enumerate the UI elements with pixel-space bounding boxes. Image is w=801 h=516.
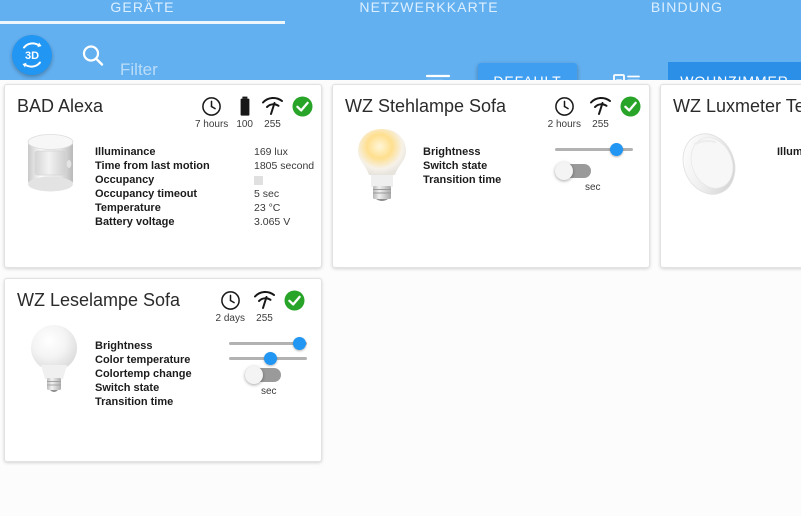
clock-icon xyxy=(201,95,222,117)
light-bulb-off-icon xyxy=(23,321,89,395)
attribute-label: Switch state xyxy=(423,160,488,172)
attribute-label: Brightness xyxy=(423,146,481,158)
brightness-slider[interactable] xyxy=(555,143,633,157)
attribute-label: Colortemp change xyxy=(95,368,192,380)
attribute-label: Transition time xyxy=(423,174,502,186)
check-circle-icon xyxy=(292,95,313,117)
toolbar: 3D DEFAULT WOHNZIMMER xyxy=(0,28,801,100)
device-card[interactable]: WZ Stehlampe Sofa 2 hours 255 Brightness… xyxy=(332,84,650,268)
signal-icon xyxy=(589,95,612,117)
status-label: 2 days xyxy=(215,313,245,324)
attribute-label: Color temperature xyxy=(95,354,191,366)
card-title: WZ Leselampe Sofa xyxy=(17,290,181,310)
check-circle-icon xyxy=(620,95,641,117)
toggle-knob[interactable] xyxy=(245,366,263,384)
filter-input[interactable] xyxy=(120,58,410,82)
transition-time-unit: sec xyxy=(585,182,601,193)
attribute-labels: Brightness Switch state Transition time xyxy=(423,145,501,187)
status-item: 255 xyxy=(589,95,612,130)
attribute-label: Transition time xyxy=(95,396,174,408)
device-card[interactable]: BAD Alexa 7 hours 100 255 Illuminance Ti… xyxy=(4,84,322,268)
tab-geraete[interactable]: GERÄTE xyxy=(0,0,285,20)
status-item: 100 xyxy=(236,95,253,130)
attribute-labels: Illuminance Time from last motion Occupa… xyxy=(95,145,210,229)
clock-icon xyxy=(554,95,575,117)
attribute-values: 169 lux 1805 second 5 sec 23 °C 3.065 V xyxy=(254,145,314,229)
attribute-label: Occupancy xyxy=(95,174,155,186)
switch-state-toggle[interactable] xyxy=(245,366,281,384)
card-status-cluster: 2 days 255 xyxy=(208,289,305,324)
slider-thumb[interactable] xyxy=(610,143,623,156)
signal-icon xyxy=(261,95,284,117)
attribute-label: Illuminan xyxy=(777,146,801,158)
toggle-knob[interactable] xyxy=(555,162,573,180)
attribute-label: Brightness xyxy=(95,340,153,352)
motion-sensor-icon xyxy=(19,127,85,201)
signal-icon xyxy=(253,289,276,311)
card-title: BAD Alexa xyxy=(17,96,104,116)
clock-icon xyxy=(220,289,241,311)
attribute-label: Switch state xyxy=(95,382,160,394)
tab-bar: GERÄTE NETZWERKKARTE BINDUNG xyxy=(0,0,801,28)
status-item xyxy=(620,95,641,119)
card-status-cluster: 2 hours 255 xyxy=(540,95,641,130)
attribute-label: Illuminance xyxy=(95,146,156,158)
lux-sensor-icon xyxy=(673,129,739,203)
card-title: WZ Luxmeter Ter xyxy=(673,96,801,116)
attribute-value: 5 sec xyxy=(254,188,280,200)
light-bulb-on-icon xyxy=(351,125,417,201)
status-item: 2 days xyxy=(216,289,245,324)
status-item xyxy=(284,289,305,313)
switch-state-toggle[interactable] xyxy=(555,162,591,180)
status-label: 255 xyxy=(264,119,281,130)
status-label: 255 xyxy=(256,313,273,324)
slider-thumb[interactable] xyxy=(293,337,306,350)
slider-thumb[interactable] xyxy=(264,352,277,365)
svg-text:3D: 3D xyxy=(25,50,39,62)
status-label: 255 xyxy=(592,119,609,130)
tab-netzwerkkarte[interactable]: NETZWERKKARTE xyxy=(285,0,573,20)
attribute-label: Occupancy timeout xyxy=(95,188,198,200)
device-card-grid: BAD Alexa 7 hours 100 255 Illuminance Ti… xyxy=(0,80,801,516)
attribute-value: 1805 second xyxy=(254,160,315,172)
status-label: 100 xyxy=(236,119,253,130)
search-icon[interactable] xyxy=(80,43,106,69)
status-item: 255 xyxy=(253,289,276,324)
status-label: 2 hours xyxy=(547,119,581,130)
status-item: 7 hours xyxy=(195,95,228,130)
brightness-slider[interactable] xyxy=(229,337,307,351)
attribute-label: Time from last motion xyxy=(95,160,210,172)
status-item: 255 xyxy=(261,95,284,130)
3d-rotate-icon[interactable]: 3D xyxy=(12,35,52,75)
color-temperature-slider[interactable] xyxy=(229,352,307,366)
device-card[interactable]: WZ Leselampe Sofa 2 days 255 Brightness … xyxy=(4,278,322,462)
attribute-value: 3.065 V xyxy=(254,216,291,228)
attribute-labels: Brightness Color temperature Colortemp c… xyxy=(95,339,192,409)
card-title: WZ Stehlampe Sofa xyxy=(345,96,507,116)
attribute-value: 169 lux xyxy=(254,146,288,158)
battery-icon xyxy=(238,95,252,117)
active-tab-indicator xyxy=(0,21,285,24)
card-status-cluster: 7 hours 100 255 xyxy=(187,95,313,130)
check-circle-icon xyxy=(284,289,305,311)
attribute-label: Temperature xyxy=(95,202,161,214)
device-card[interactable]: WZ Luxmeter Ter Illuminan xyxy=(660,84,801,268)
transition-time-unit: sec xyxy=(261,386,277,397)
status-label: 7 hours xyxy=(194,119,229,130)
attribute-value: 23 °C xyxy=(254,202,281,214)
attribute-label: Battery voltage xyxy=(95,216,175,228)
status-item: 2 hours xyxy=(548,95,581,130)
occupancy-checkbox[interactable] xyxy=(254,173,314,187)
tab-bindung[interactable]: BINDUNG xyxy=(573,0,801,20)
attribute-labels: Illuminan xyxy=(777,145,801,159)
status-item xyxy=(292,95,313,119)
